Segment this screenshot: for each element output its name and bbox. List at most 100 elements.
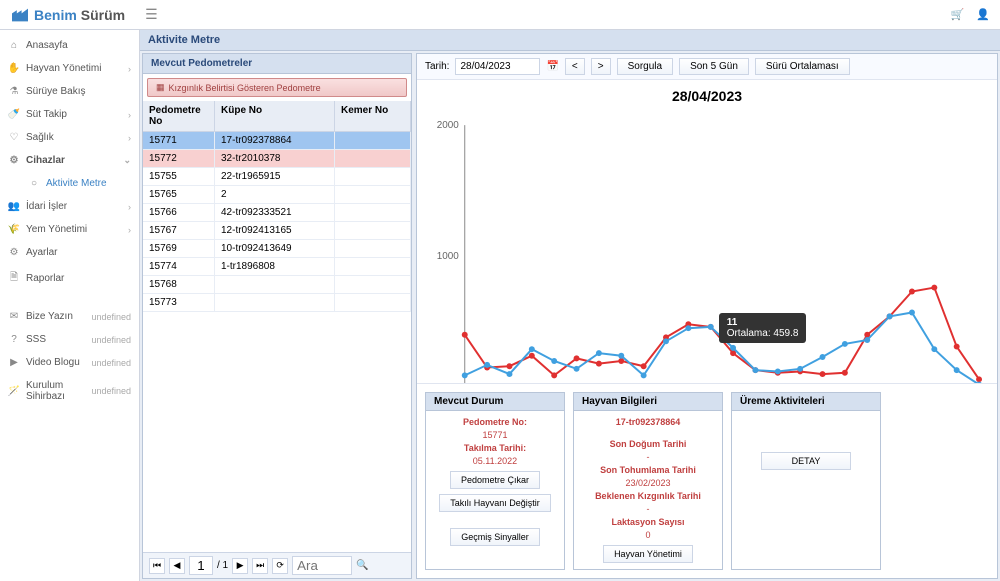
table-row[interactable]: 1577117-tr092378864 — [143, 132, 411, 150]
chevron-icon: undefined — [91, 386, 131, 396]
sidebar-item[interactable]: ⌂ Anasayfa — [0, 34, 139, 57]
activity-chart: 0100020000123456789101112131415161718192… — [429, 108, 985, 383]
menu-icon: ⚙ — [8, 155, 20, 166]
menu-label: İdari İşler — [26, 201, 122, 212]
menu-label: Anasayfa — [26, 40, 125, 51]
chevron-icon: › — [128, 64, 131, 74]
pager-last[interactable]: ⏭ — [252, 558, 268, 574]
table-row[interactable]: 15773 — [143, 294, 411, 312]
table-header: Pedometre No Küpe No Kemer No — [143, 101, 411, 132]
table-row[interactable]: 1577232-tr2010378 — [143, 150, 411, 168]
menu-icon: 🗎 — [8, 270, 20, 287]
animal-info-title: Hayvan Bilgileri — [574, 393, 722, 411]
sidebar-item[interactable]: ✋Hayvan Yönetimi› — [0, 57, 139, 80]
menu-label: Bize Yazın — [26, 311, 85, 322]
sidebar-item[interactable]: 🪄 Kurulum Sihirbazı undefined — [0, 374, 139, 408]
sidebar-item[interactable]: ✉ Bize Yazın undefined — [0, 305, 139, 328]
menu-icon: 🍼 — [8, 109, 20, 120]
chevron-icon: undefined — [91, 358, 131, 368]
prev-date-button[interactable]: < — [565, 58, 585, 75]
logo-text-2: Sürüm — [81, 7, 125, 23]
menu-label: Cihazlar — [26, 155, 117, 166]
menu-label: Video Blogu — [26, 357, 85, 368]
chevron-icon: undefined — [91, 312, 131, 322]
menu-label: Kurulum Sihirbazı — [26, 380, 85, 402]
page-title: Aktivite Metre — [140, 30, 1000, 51]
pager-first[interactable]: ⏮ — [149, 558, 165, 574]
pager: ⏮ ◀ / 1 ▶ ⏭ ⟳ 🔍 — [143, 552, 411, 578]
sidebar-item[interactable]: 🌾 Yem Yönetimi › — [0, 218, 139, 241]
pager-search-input[interactable] — [292, 556, 352, 575]
menu-toggle-icon[interactable]: ☰ — [145, 6, 158, 23]
chevron-icon: › — [128, 202, 131, 212]
table-row[interactable]: 15768 — [143, 276, 411, 294]
detail-button[interactable]: DETAY — [761, 452, 852, 470]
pedometer-list-title: Mevcut Pedometreler — [143, 54, 411, 74]
menu-label: Süt Takip — [26, 109, 122, 120]
menu-icon: ▶ — [8, 357, 20, 368]
menu-label: SSS — [26, 334, 85, 345]
table-row[interactable]: 1576712-tr092413165 — [143, 222, 411, 240]
sidebar-item[interactable]: ▶ Video Blogu undefined — [0, 351, 139, 374]
user-icon[interactable]: 👤 — [976, 8, 990, 21]
pager-refresh[interactable]: ⟳ — [272, 558, 288, 574]
sidebar-item[interactable]: ⚗ Sürüye Bakış — [0, 80, 139, 103]
search-icon[interactable]: 🔍 — [356, 560, 368, 571]
table-row[interactable]: 157741-tr1896808 — [143, 258, 411, 276]
menu-icon: ✉ — [8, 311, 20, 322]
heat-indicator-button[interactable]: ▦Kızgınlık Belirtisi Gösteren Pedometre — [147, 78, 407, 97]
table-row[interactable]: 157652 — [143, 186, 411, 204]
sidebar-item[interactable]: ?SSSundefined — [0, 328, 139, 351]
menu-icon: ? — [8, 334, 20, 345]
query-button[interactable]: Sorgula — [617, 58, 673, 75]
date-label: Tarih: — [425, 61, 449, 72]
menu-icon: ⚙ — [8, 247, 20, 258]
sidebar-item[interactable]: 🗎 Raporlar — [0, 264, 139, 293]
menu-label: Hayvan Yönetimi — [26, 63, 122, 74]
sidebar-item[interactable]: ○ Aktivite Metre — [0, 172, 139, 195]
svg-text:2000: 2000 — [437, 120, 460, 131]
menu-icon: ⌂ — [8, 40, 20, 51]
svg-text:0: 0 — [453, 382, 459, 383]
menu-label: Aktivite Metre — [46, 178, 125, 189]
menu-icon: ○ — [28, 178, 40, 189]
herd-avg-button[interactable]: Sürü Ortalaması — [755, 58, 850, 75]
past-signals-button[interactable]: Geçmiş Sinyaller — [450, 528, 540, 546]
chevron-icon: › — [128, 133, 131, 143]
animal-mgmt-button[interactable]: Hayvan Yönetimi — [603, 545, 693, 563]
sidebar-item[interactable]: 👥 İdari İşler › — [0, 195, 139, 218]
menu-icon: 👥 — [8, 201, 20, 212]
next-date-button[interactable]: > — [591, 58, 611, 75]
change-animal-button[interactable]: Takılı Hayvanı Değiştir — [439, 494, 551, 512]
menu-icon: ⚗ — [8, 86, 20, 97]
menu-label: Sürüye Bakış — [26, 86, 125, 97]
pager-next[interactable]: ▶ — [232, 558, 248, 574]
pager-prev[interactable]: ◀ — [169, 558, 185, 574]
menu-icon: 🌾 — [8, 224, 20, 235]
table-row[interactable]: 1576910-tr092413649 — [143, 240, 411, 258]
table-row[interactable]: 1575522-tr1965915 — [143, 168, 411, 186]
breeding-title: Üreme Aktiviteleri — [732, 393, 880, 411]
sidebar-item[interactable]: ⚙ Cihazlar ⌄ — [0, 149, 139, 172]
logo-text-1: Benim — [34, 7, 77, 23]
remove-pedometer-button[interactable]: Pedometre Çıkar — [450, 471, 540, 489]
chevron-icon: ⌄ — [123, 155, 131, 166]
table-row[interactable]: 1576642-tr092333521 — [143, 204, 411, 222]
chevron-icon: › — [128, 225, 131, 235]
last5days-button[interactable]: Son 5 Gün — [679, 58, 749, 75]
svg-text:1000: 1000 — [437, 251, 460, 262]
cart-icon[interactable]: 🛒 — [951, 8, 965, 21]
date-input[interactable] — [455, 58, 540, 75]
chart-title: 28/04/2023 — [429, 88, 985, 104]
logo[interactable]: BenimSürüm — [10, 7, 125, 23]
menu-label: Yem Yönetimi — [26, 224, 122, 235]
menu-label: Sağlık — [26, 132, 122, 143]
calendar-icon[interactable]: 📅 — [546, 61, 558, 72]
menu-label: Ayarlar — [26, 247, 125, 258]
menu-label: Raporlar — [26, 273, 125, 284]
sidebar-item[interactable]: 🍼Süt Takip› — [0, 103, 139, 126]
menu-icon: 🪄 — [8, 386, 20, 397]
pager-page-input[interactable] — [189, 556, 213, 575]
sidebar-item[interactable]: ⚙ Ayarlar — [0, 241, 139, 264]
sidebar-item[interactable]: ♡Sağlık› — [0, 126, 139, 149]
